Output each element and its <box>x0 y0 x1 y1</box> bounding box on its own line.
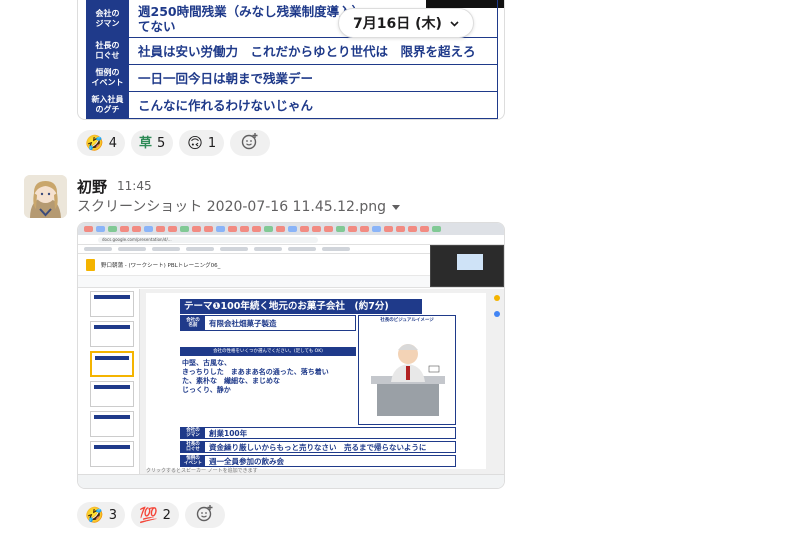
caret-down-icon[interactable] <box>392 198 401 214</box>
slide-characteristics: 中堅、古風な、 きっちりした まあまあ名の通った、落ち着い た、素朴な 繊細な、… <box>182 359 329 394</box>
date-label: 7月16日 (木) <box>353 16 442 32</box>
reactions-bar: 🤣 3 💯 2 <box>77 502 225 528</box>
add-reaction-button[interactable] <box>184 502 225 528</box>
slide-table-row: 会社の ジマン 創業100年 <box>180 427 456 439</box>
president-illustration <box>371 344 445 416</box>
slides-editor: テーマ❶100年続く地元のお菓子会社 (約7分) 会社の 名前 有限会社畑菓子製造… <box>78 289 504 475</box>
screenshot-image-attachment[interactable]: docs.google.com/presentation/d/... 野口朝蒲 … <box>77 222 505 489</box>
row-value: 週250時間残業（みなし残業制度導入） <box>138 4 365 19</box>
reaction-count: 1 <box>207 135 217 151</box>
date-divider-button[interactable]: 7月16日 (木) <box>338 8 474 38</box>
chevron-down-icon <box>450 15 459 31</box>
reaction-100[interactable]: 💯 2 <box>130 502 179 528</box>
slide-thumbnail <box>90 411 134 437</box>
add-reaction-button[interactable] <box>230 130 271 156</box>
slide-canvas: テーマ❶100年続く地元のお菓子会社 (約7分) 会社の 名前 有限会社畑菓子製造… <box>146 293 486 469</box>
slide-thumbnail <box>90 321 134 347</box>
table-row: 新入社員 のグチ こんなに作れるわけないじゃん <box>86 92 498 119</box>
president-visual-box: 社長のビジュアルイメージ <box>358 315 456 425</box>
slide-thumbnail-active <box>90 351 134 377</box>
video-call-overlay <box>430 245 504 287</box>
rofl-emoji-icon: 🤣 <box>85 505 104 524</box>
kusa-emoji-icon: 草 <box>138 135 152 151</box>
reaction-count: 3 <box>108 507 117 523</box>
reactions-bar: 🤣 4 草 5 🙃 1 <box>77 130 271 156</box>
upside-down-face-emoji-icon: 🙃 <box>187 133 203 152</box>
screenshot-bottom-bar <box>78 474 504 488</box>
avatar[interactable] <box>24 175 67 218</box>
reaction-count: 2 <box>162 507 171 523</box>
filename-text: スクリーンショット 2020-07-16 11.45.12.png <box>77 199 387 215</box>
attachment-filename: スクリーンショット 2020-07-16 11.45.12.png <box>77 196 401 216</box>
slide-table-row: 社長の 口ぐせ 資金繰り厳しいからもっと売りなさい 売るまで帰らないように <box>180 441 456 453</box>
slides-logo-icon <box>86 258 95 271</box>
table-row: 恒例の イベント 一日一回今日は朝まで残業デー <box>86 65 498 92</box>
url-text: docs.google.com/presentation/d/... <box>98 236 318 243</box>
row-value: 一日一回今日は朝まで残業デー <box>130 65 498 91</box>
slide-table-row: 会社の 名前 有限会社畑菓子製造 <box>180 315 356 331</box>
add-emoji-icon <box>196 504 214 526</box>
reaction-rofl[interactable]: 🤣 4 <box>77 130 125 156</box>
sender-name[interactable]: 初野 <box>77 176 107 197</box>
slide-thumbnail <box>90 381 134 407</box>
slide-title: テーマ❶100年続く地元のお菓子会社 (約7分) <box>180 299 422 314</box>
hundred-points-emoji-icon: 💯 <box>138 505 158 524</box>
browser-tab-strip <box>78 223 504 235</box>
rofl-emoji-icon: 🤣 <box>85 133 104 152</box>
row-value: 社員は安い労働力 これだからゆとり世代は 限界を超えろ <box>130 38 498 64</box>
slide-table-row: 恒例の イベント 週一全員参加の飲み会 <box>180 455 456 467</box>
reaction-upside-down[interactable]: 🙃 1 <box>179 130 225 156</box>
slide-thumbnail <box>90 441 134 467</box>
reaction-count: 4 <box>108 135 117 151</box>
browser-url-bar: docs.google.com/presentation/d/... <box>78 235 504 245</box>
reaction-rofl[interactable]: 🤣 3 <box>77 502 125 528</box>
reaction-kusa[interactable]: 草 5 <box>130 130 174 156</box>
speaker-notes-hint: クリックするとスピーカー ノートを追加できます <box>146 468 258 474</box>
slide-instruction: 会社の性格をいくつか選んでください。(足しても OK) <box>180 347 356 356</box>
slide-thumbnails <box>78 289 140 475</box>
add-emoji-icon <box>241 132 259 154</box>
row-value-continued: てない <box>138 19 176 34</box>
message-timestamp[interactable]: 11:45 <box>117 179 152 193</box>
doc-title: 野口朝蒲 - (ワークシート) PBLトレーニング06_ <box>101 262 221 269</box>
side-panel-icons <box>494 295 500 335</box>
slide-thumbnail <box>90 291 134 317</box>
row-value: こんなに作れるわけないじゃん <box>130 92 498 118</box>
reaction-count: 5 <box>156 135 166 151</box>
table-row: 社長の 口ぐせ 社員は安い労働力 これだからゆとり世代は 限界を超えろ <box>86 38 498 65</box>
